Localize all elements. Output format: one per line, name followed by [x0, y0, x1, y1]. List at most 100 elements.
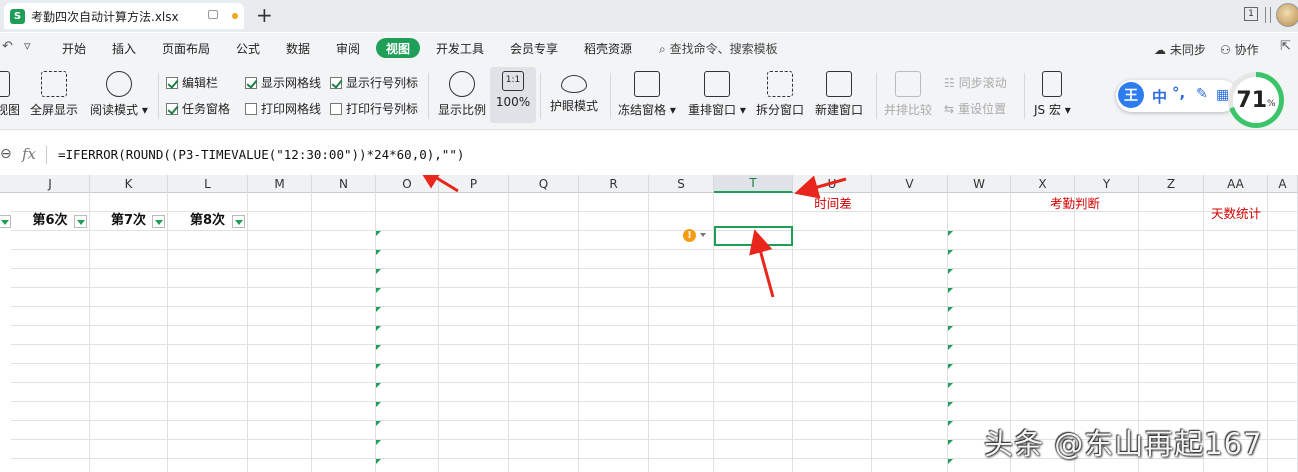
back-icon[interactable]: ↶: [2, 39, 13, 54]
eye-mode-button[interactable]: 护眼模式: [550, 71, 598, 114]
tab-window-icon[interactable]: [208, 10, 218, 19]
checkbox-checked-icon: [330, 76, 342, 89]
collab-button[interactable]: ⚇ 协作: [1220, 41, 1259, 58]
normal-view-icon: [0, 71, 10, 97]
sync-status[interactable]: ☁ 未同步: [1154, 41, 1206, 58]
collab-label: 协作: [1234, 43, 1259, 57]
menu-docer[interactable]: 稻壳资源: [584, 40, 632, 57]
formula-bar-checkbox[interactable]: 编辑栏: [166, 74, 218, 91]
ime-punctuation-icon[interactable]: °,: [1172, 84, 1185, 102]
rearrange-windows-button[interactable]: 重排窗口 ▾: [688, 71, 746, 118]
one-to-one-icon: 1:1: [502, 71, 524, 91]
print-headers-checkbox[interactable]: 打印行号列标: [330, 100, 418, 117]
menu-review[interactable]: 审阅: [336, 40, 360, 57]
ime-score-ring[interactable]: 71 %: [1228, 72, 1284, 128]
menu-view-active[interactable]: 视图: [376, 38, 420, 58]
reading-mode-button[interactable]: 阅读模式 ▾: [90, 71, 148, 118]
ribbon-divider: [158, 73, 159, 119]
new-window-button[interactable]: 新建窗口: [815, 71, 863, 118]
menu-insert[interactable]: 插入: [112, 40, 136, 57]
sync-scroll-button[interactable]: ☷ 同步滚动: [944, 74, 1007, 91]
zoom-ratio-label: 显示比例: [438, 103, 487, 117]
checkbox-checked-icon: [245, 76, 257, 89]
rearrange-icon: [703, 71, 730, 97]
ime-logo-icon[interactable]: 王: [1118, 82, 1144, 108]
task-pane-checkbox[interactable]: 任务窗格: [166, 100, 230, 117]
show-gridlines-label: 显示网格线: [261, 76, 322, 90]
collab-icon: ⚇: [1220, 43, 1231, 57]
command-search-label: 查找命令、搜索模板: [669, 42, 778, 56]
eye-mode-label: 护眼模式: [550, 99, 599, 113]
document-tab[interactable]: S 考勤四次自动计算方法.xlsx: [4, 3, 244, 29]
show-gridlines-checkbox[interactable]: 显示网格线: [245, 74, 321, 91]
command-search[interactable]: ⌕ 查找命令、搜索模板: [659, 40, 778, 57]
spreadsheet-file-icon: S: [10, 8, 25, 24]
zoom-ratio-button[interactable]: 显示比例: [438, 71, 486, 118]
ime-pen-icon[interactable]: ✎: [1196, 86, 1208, 102]
menu-page-layout[interactable]: 页面布局: [162, 40, 210, 57]
show-headers-label: 显示行号列标: [346, 76, 419, 90]
share-icon[interactable]: ⇱: [1280, 39, 1291, 54]
fullscreen-button[interactable]: 全屏显示: [30, 71, 78, 118]
print-headers-label: 打印行号列标: [346, 102, 419, 116]
ime-chinese-mode[interactable]: 中: [1152, 86, 1167, 107]
sync-scroll-label: 同步滚动: [958, 76, 1007, 90]
show-headers-checkbox[interactable]: 显示行号列标: [330, 74, 418, 91]
reset-position-label: 重设位置: [958, 102, 1007, 116]
ribbon-divider: [610, 73, 611, 119]
freeze-grid-icon: [633, 71, 660, 97]
menu-developer[interactable]: 开发工具: [436, 40, 484, 57]
menu-home[interactable]: 开始: [62, 40, 86, 57]
js-macro-icon: [1042, 71, 1063, 97]
normal-view-button[interactable]: 视图: [0, 71, 20, 118]
ime-toolbar: 王 中 °, ✎ ▦: [1116, 80, 1238, 112]
cloud-icon: ☁: [1154, 43, 1166, 57]
formula-bar-checkbox-label: 编辑栏: [182, 76, 219, 90]
checkbox-checked-icon: [166, 76, 178, 89]
user-avatar[interactable]: [1276, 3, 1298, 27]
reading-mode-label: 阅读模式 ▾: [90, 103, 148, 117]
print-gridlines-checkbox[interactable]: 打印网格线: [245, 100, 321, 117]
split-window-button[interactable]: 拆分窗口: [756, 71, 804, 118]
search-icon: ⌕: [659, 42, 666, 56]
new-tab-button[interactable]: +: [256, 3, 273, 27]
freeze-panes-button[interactable]: 冻结窗格 ▾: [618, 71, 676, 118]
rearrange-label: 重排窗口 ▾: [688, 103, 746, 117]
ribbon-view: 视图 全屏显示 阅读模式 ▾ 编辑栏 任务窗格 显示网格线 打印网格线 显示行号…: [0, 63, 1298, 130]
sync-scroll-icon: ☷: [944, 75, 955, 90]
ime-score-value: 71: [1236, 87, 1268, 113]
print-gridlines-label: 打印网格线: [261, 102, 322, 116]
formula-input[interactable]: =IFERROR(ROUND((P3-TIMEVALUE("12:30:00")…: [58, 147, 464, 162]
crosshair-icon: [105, 71, 132, 97]
sync-label: 未同步: [1169, 43, 1206, 57]
menu-formula[interactable]: 公式: [236, 40, 260, 57]
ime-score-percent: %: [1267, 99, 1276, 109]
fx-icon[interactable]: fx: [22, 145, 36, 163]
menu-member[interactable]: 会员专享: [510, 40, 558, 57]
formula-bar: ⊖ fx =IFERROR(ROUND((P3-TIMEVALUE("12:30…: [0, 140, 1298, 170]
ribbon-divider: [1024, 73, 1025, 119]
spreadsheet-grid[interactable]: JKLMNOPQRSTUVWXYZAAA 第6次第7次第8次 时间差 考勤判断 …: [0, 175, 1298, 472]
menu-data[interactable]: 数据: [286, 40, 310, 57]
arrow-to-formula: [416, 175, 459, 193]
menu-dropdown-icon[interactable]: ▿: [24, 39, 31, 54]
split-window-icon: [767, 71, 793, 97]
checkbox-checked-icon: [166, 102, 178, 115]
window-count-icon[interactable]: 1: [1244, 7, 1258, 21]
unsaved-indicator-dot: [232, 13, 238, 19]
reset-position-button[interactable]: ⇆ 重设位置: [944, 100, 1006, 117]
js-macro-label: JS 宏 ▾: [1034, 103, 1071, 117]
side-by-side-button[interactable]: 并排比较: [884, 71, 932, 118]
arrow-to-selected-cell: [749, 229, 775, 298]
zoom-percent-icon: [449, 71, 475, 97]
zoom-magnifier-icon[interactable]: ⊖: [0, 146, 12, 162]
formula-divider: [46, 146, 47, 164]
ime-score-inner: 71 %: [1233, 77, 1279, 123]
eye-icon: [561, 75, 587, 93]
zoom-100-content: 1:1 100%: [494, 71, 532, 109]
freeze-panes-label: 冻结窗格 ▾: [618, 103, 676, 117]
arrow-to-time-diff: [794, 175, 847, 199]
zoom-100-button[interactable]: 1:1 100%: [490, 67, 536, 123]
new-window-label: 新建窗口: [815, 103, 864, 117]
js-macro-button[interactable]: JS 宏 ▾: [1034, 71, 1071, 118]
